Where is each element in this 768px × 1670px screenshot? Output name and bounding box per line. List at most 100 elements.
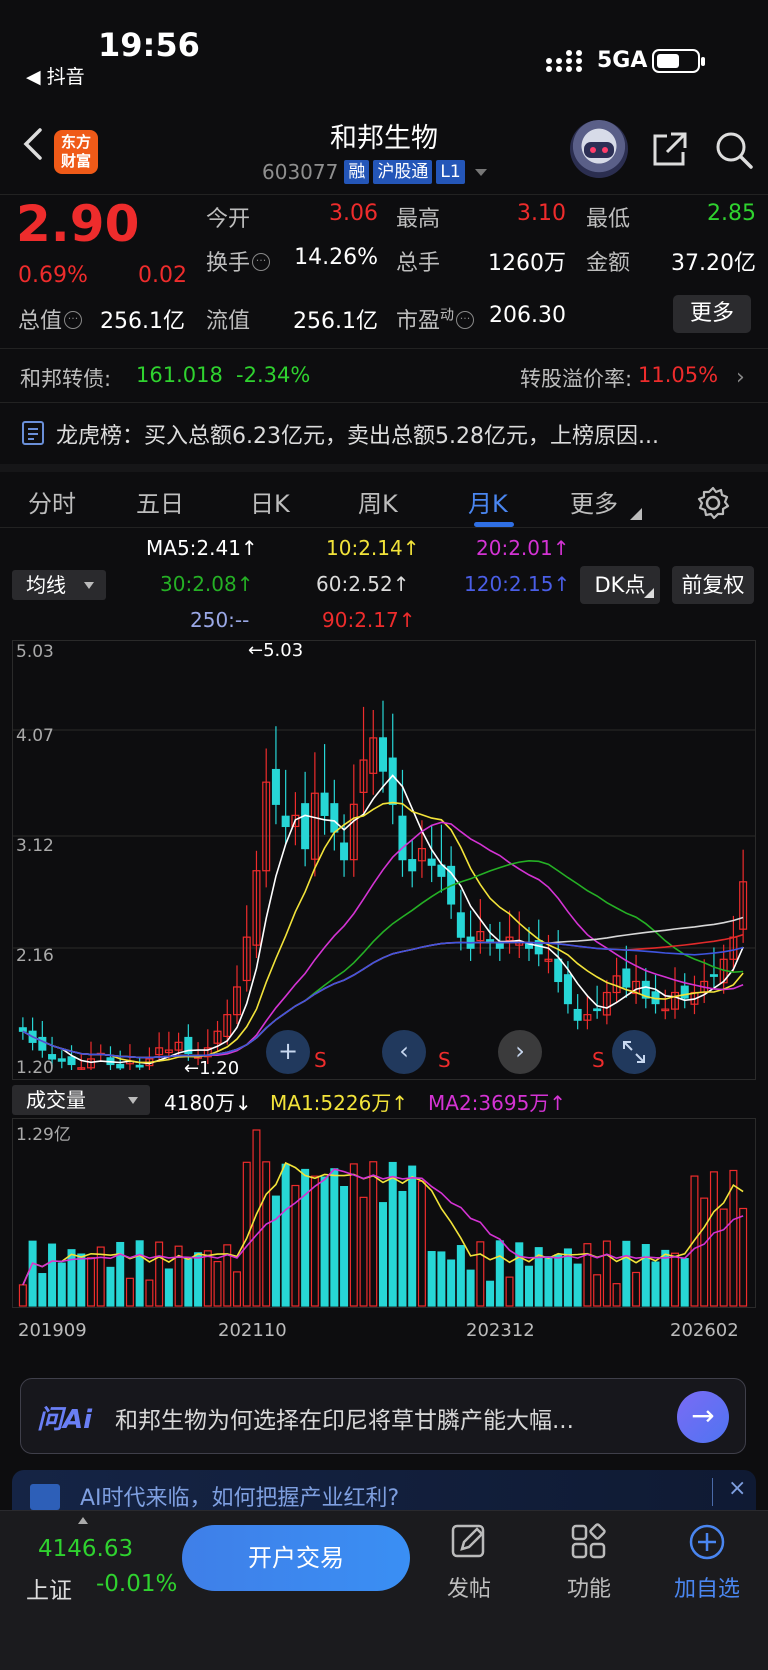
candle [554,958,563,983]
volume-bar [77,1253,86,1307]
tab-five-day[interactable]: 五日 [136,484,184,519]
fullscreen-icon[interactable] [612,1030,656,1074]
kline-chart[interactable]: 5.03 4.07 3.12 2.16 1.20 ←5.03 ←1.20 + S… [12,640,756,1080]
volume-bar [116,1241,125,1307]
volume-chart[interactable]: 1.29亿 [12,1118,756,1308]
volume-bar [271,1195,280,1307]
index-change-pct[interactable]: -0.01% [96,1571,177,1597]
grid-apps-icon [571,1523,606,1559]
ai-robot-avatar[interactable] [570,120,628,178]
volume-bar [524,1265,534,1307]
zoom-in-icon[interactable]: + [266,1030,310,1074]
candle [67,1056,76,1066]
volume-bar [593,1274,602,1307]
scroll-right-icon[interactable]: › [498,1030,542,1074]
ma250-value: 250:-- [190,608,250,632]
nav-post[interactable]: 发帖 [424,1523,514,1603]
ai-logo: 问Ai [37,1405,93,1435]
dk-point-button[interactable]: DK点 [580,566,660,604]
candle [340,842,349,861]
dragon-tiger-row[interactable]: 龙虎榜：买入总额6.23亿元，卖出总额5.28亿元，上榜原因... [0,402,768,462]
share-icon[interactable] [651,130,689,168]
volume-bar [739,1207,748,1307]
ma-dropdown[interactable]: 均线 [12,570,106,600]
change-percent: 0.69% [18,263,88,288]
volume-axis-label-max: 1.29亿 [16,1125,71,1145]
bond-label: 和邦转债: [20,367,112,391]
volume-bar [388,1161,397,1307]
gear-icon[interactable] [696,486,730,520]
ai-question-bar[interactable]: 问Ai 和邦生物为何选择在印尼将草甘膦产能大幅... → [20,1378,746,1454]
info-icon[interactable]: ··· [252,253,271,271]
volume-svg [12,1118,756,1308]
high-value: 3.10 [517,201,566,226]
volume-bar [232,1271,242,1307]
volume-bar [262,1161,271,1307]
volume-bar [155,1241,164,1307]
expand-up-icon[interactable] [78,1517,88,1524]
ma5-value: MA5:2.41↑ [146,536,258,560]
nav-functions[interactable]: 功能 [544,1523,634,1603]
tab-intraday[interactable]: 分时 [28,484,76,519]
search-icon[interactable] [714,130,754,170]
volume-bar [622,1240,631,1307]
list-document-icon [22,421,44,445]
stock-header: 东方财富 和邦生物 603077 融 沪股通 L1 [0,110,768,192]
candle [593,1008,602,1012]
volume-bar [573,1263,582,1307]
open-account-trade-button[interactable]: 开户交易 [182,1525,410,1591]
scroll-left-icon[interactable]: ‹ [382,1030,426,1074]
pe-label-text: 市盈 [396,309,441,334]
price-axis-label-min: 1.20 [16,1058,54,1078]
close-icon[interactable]: × [728,1476,746,1501]
volume-bar [96,1246,105,1307]
tag-hk-connect: 沪股通 [373,160,433,184]
volume-bar [602,1240,611,1307]
ma60-value: 60:2.52↑ [316,572,410,596]
candle [622,968,631,988]
volume-bar [466,1269,475,1307]
volume-bar [106,1266,115,1307]
volume-label: 总手 [396,251,441,276]
nav-post-label: 发帖 [446,1577,491,1602]
tab-daily-k[interactable]: 日K [250,484,290,519]
volume-bar [554,1254,563,1307]
ai-banner-text: AI时代来临，如何把握产业红利? [80,1486,400,1510]
nav-add-watchlist[interactable]: 加自选 [662,1523,752,1603]
candle [301,803,310,850]
info-icon[interactable]: ··· [456,311,475,329]
volume-bar [612,1283,621,1307]
volume-bar [369,1161,378,1307]
index-name[interactable]: 上证 [26,1571,72,1605]
index-value[interactable]: 4146.63 [38,1536,133,1562]
candle [330,803,339,833]
premium-label: 转股溢价率: [520,367,633,391]
ma-line [22,821,744,1059]
tab-more[interactable]: 更多 [570,484,618,519]
volume-bar [164,1268,173,1307]
stock-code-row[interactable]: 603077 融 沪股通 L1 [262,160,487,184]
back-to-app-link[interactable]: ◀ 抖音 [26,62,85,89]
more-button[interactable]: 更多 [673,295,751,333]
ma20-value: 20:2.01↑ [476,536,570,560]
date-axis-label: 201909 [18,1320,87,1341]
candle [281,815,290,828]
ma120-value: 120:2.15↑ [464,572,571,596]
turnover-value: 14.26% [294,245,378,270]
convertible-bond-row[interactable]: 和邦转债: 161.018 -2.34% 转股溢价率: 11.05% › [0,348,768,402]
info-icon[interactable]: ··· [64,311,83,329]
arrow-right-icon[interactable]: → [677,1391,729,1443]
change-amount: 0.02 [138,263,187,288]
volume-indicator-dropdown[interactable]: 成交量 [12,1085,150,1115]
quote-panel: 2.90 0.69% 0.02 今开 3.06 最高 3.10 最低 2.85 … [0,194,768,346]
ai-promo-banner[interactable]: AI时代来临，如何把握产业红利? × [12,1470,756,1510]
tab-weekly-k[interactable]: 周K [358,484,398,519]
volume-bar [86,1257,96,1307]
tab-monthly-k[interactable]: 月K [468,484,508,519]
volume-bar [486,1280,495,1307]
turnover-label-text: 换手 [206,251,251,276]
ma-line [22,774,744,1065]
forward-adjust-button[interactable]: 前复权 [672,566,754,604]
volume-bar [57,1262,66,1307]
stock-code: 603077 [262,160,339,184]
